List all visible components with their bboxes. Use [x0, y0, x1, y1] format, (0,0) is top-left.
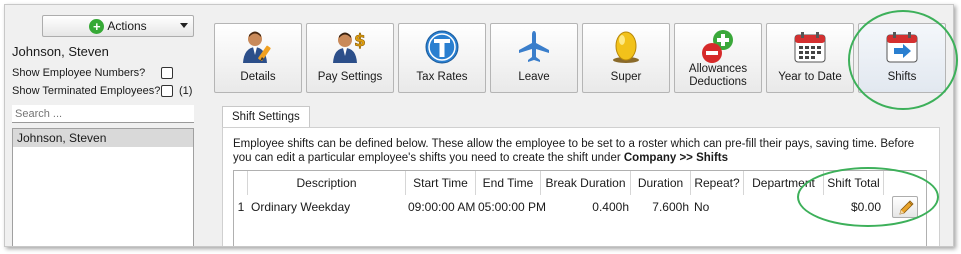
col-break-duration[interactable]: Break Duration	[541, 171, 631, 195]
selected-employee-name: Johnson, Steven	[12, 44, 109, 59]
terminated-count: (1)	[179, 85, 193, 97]
actions-button[interactable]: + Actions	[42, 15, 194, 37]
svg-text:$: $	[354, 31, 366, 51]
allowances-deductions-label: Allowances Deductions	[675, 63, 761, 89]
tax-rates-button[interactable]: Tax Rates	[398, 23, 486, 93]
row-number: 1	[237, 200, 245, 214]
description-company-shifts: Company >> Shifts	[623, 152, 729, 164]
allowances-deductions-button[interactable]: Allowances Deductions	[674, 23, 762, 93]
calendar-icon	[794, 32, 826, 63]
details-button[interactable]: Details	[214, 23, 302, 93]
allowances-label-line1: Allowances	[688, 63, 748, 75]
show-numbers-option: Show Employee Numbers?	[12, 67, 173, 79]
shift-total-highlight-annotation	[797, 167, 939, 227]
col-duration[interactable]: Duration	[631, 171, 691, 195]
chevron-down-icon	[180, 23, 188, 28]
details-label: Details	[240, 71, 276, 83]
show-terminated-option: Show Terminated Employees? (1)	[12, 85, 192, 97]
super-button[interactable]: Super	[582, 23, 670, 93]
row-break-duration: 0.400h	[592, 200, 629, 214]
row-duration: 7.600h	[652, 200, 689, 214]
year-to-date-button[interactable]: Year to Date	[766, 23, 854, 93]
shift-settings-description: Employee shifts can be defined below. Th…	[233, 137, 929, 165]
leave-label: Leave	[518, 71, 550, 83]
year-to-date-label: Year to Date	[778, 71, 842, 83]
pay-settings-button[interactable]: $ Pay Settings	[306, 23, 394, 93]
row-repeat: No	[694, 200, 710, 214]
show-numbers-checkbox[interactable]	[161, 67, 173, 79]
golden-egg-icon	[613, 31, 639, 63]
employee-panel: + Actions Johnson, Steven Show Employee …	[5, 5, 205, 246]
col-row-number	[234, 171, 248, 195]
plus-minus-icon	[702, 30, 733, 63]
col-description[interactable]: Description	[248, 171, 406, 195]
add-icon: +	[89, 18, 105, 34]
tax-t-icon	[425, 30, 459, 64]
allowances-label-line2: Deductions	[689, 76, 747, 88]
show-numbers-label: Show Employee Numbers?	[12, 67, 146, 79]
col-start-time[interactable]: Start Time	[406, 171, 476, 195]
tax-rates-label: Tax Rates	[416, 71, 468, 83]
row-start-time: 09:00:00 AM	[408, 200, 476, 214]
actions-label: Actions	[107, 19, 147, 33]
employee-list-item[interactable]: Johnson, Steven	[13, 129, 193, 147]
shifts-highlight-annotation	[848, 10, 958, 110]
description-text: Employee shifts can be defined below. Th…	[233, 138, 915, 164]
row-description: Ordinary Weekday	[251, 200, 351, 214]
tab-shift-settings[interactable]: Shift Settings	[222, 106, 310, 128]
col-end-time[interactable]: End Time	[476, 171, 541, 195]
person-dollar-icon: $	[333, 31, 366, 63]
super-label: Super	[610, 71, 642, 83]
employee-list[interactable]: Johnson, Steven	[12, 128, 194, 246]
row-end-time: 05:00:00 PM	[478, 200, 547, 214]
airplane-icon	[519, 31, 549, 62]
employee-search-input[interactable]	[12, 105, 194, 123]
employee-toolbar: Details $ Pay Settings Tax Rates Leave S…	[214, 23, 950, 93]
person-edit-icon	[243, 31, 271, 63]
show-terminated-label: Show Terminated Employees?	[12, 85, 161, 97]
leave-button[interactable]: Leave	[490, 23, 578, 93]
pay-settings-label: Pay Settings	[317, 71, 383, 83]
col-repeat[interactable]: Repeat?	[691, 171, 744, 195]
show-terminated-checkbox[interactable]	[161, 85, 173, 97]
